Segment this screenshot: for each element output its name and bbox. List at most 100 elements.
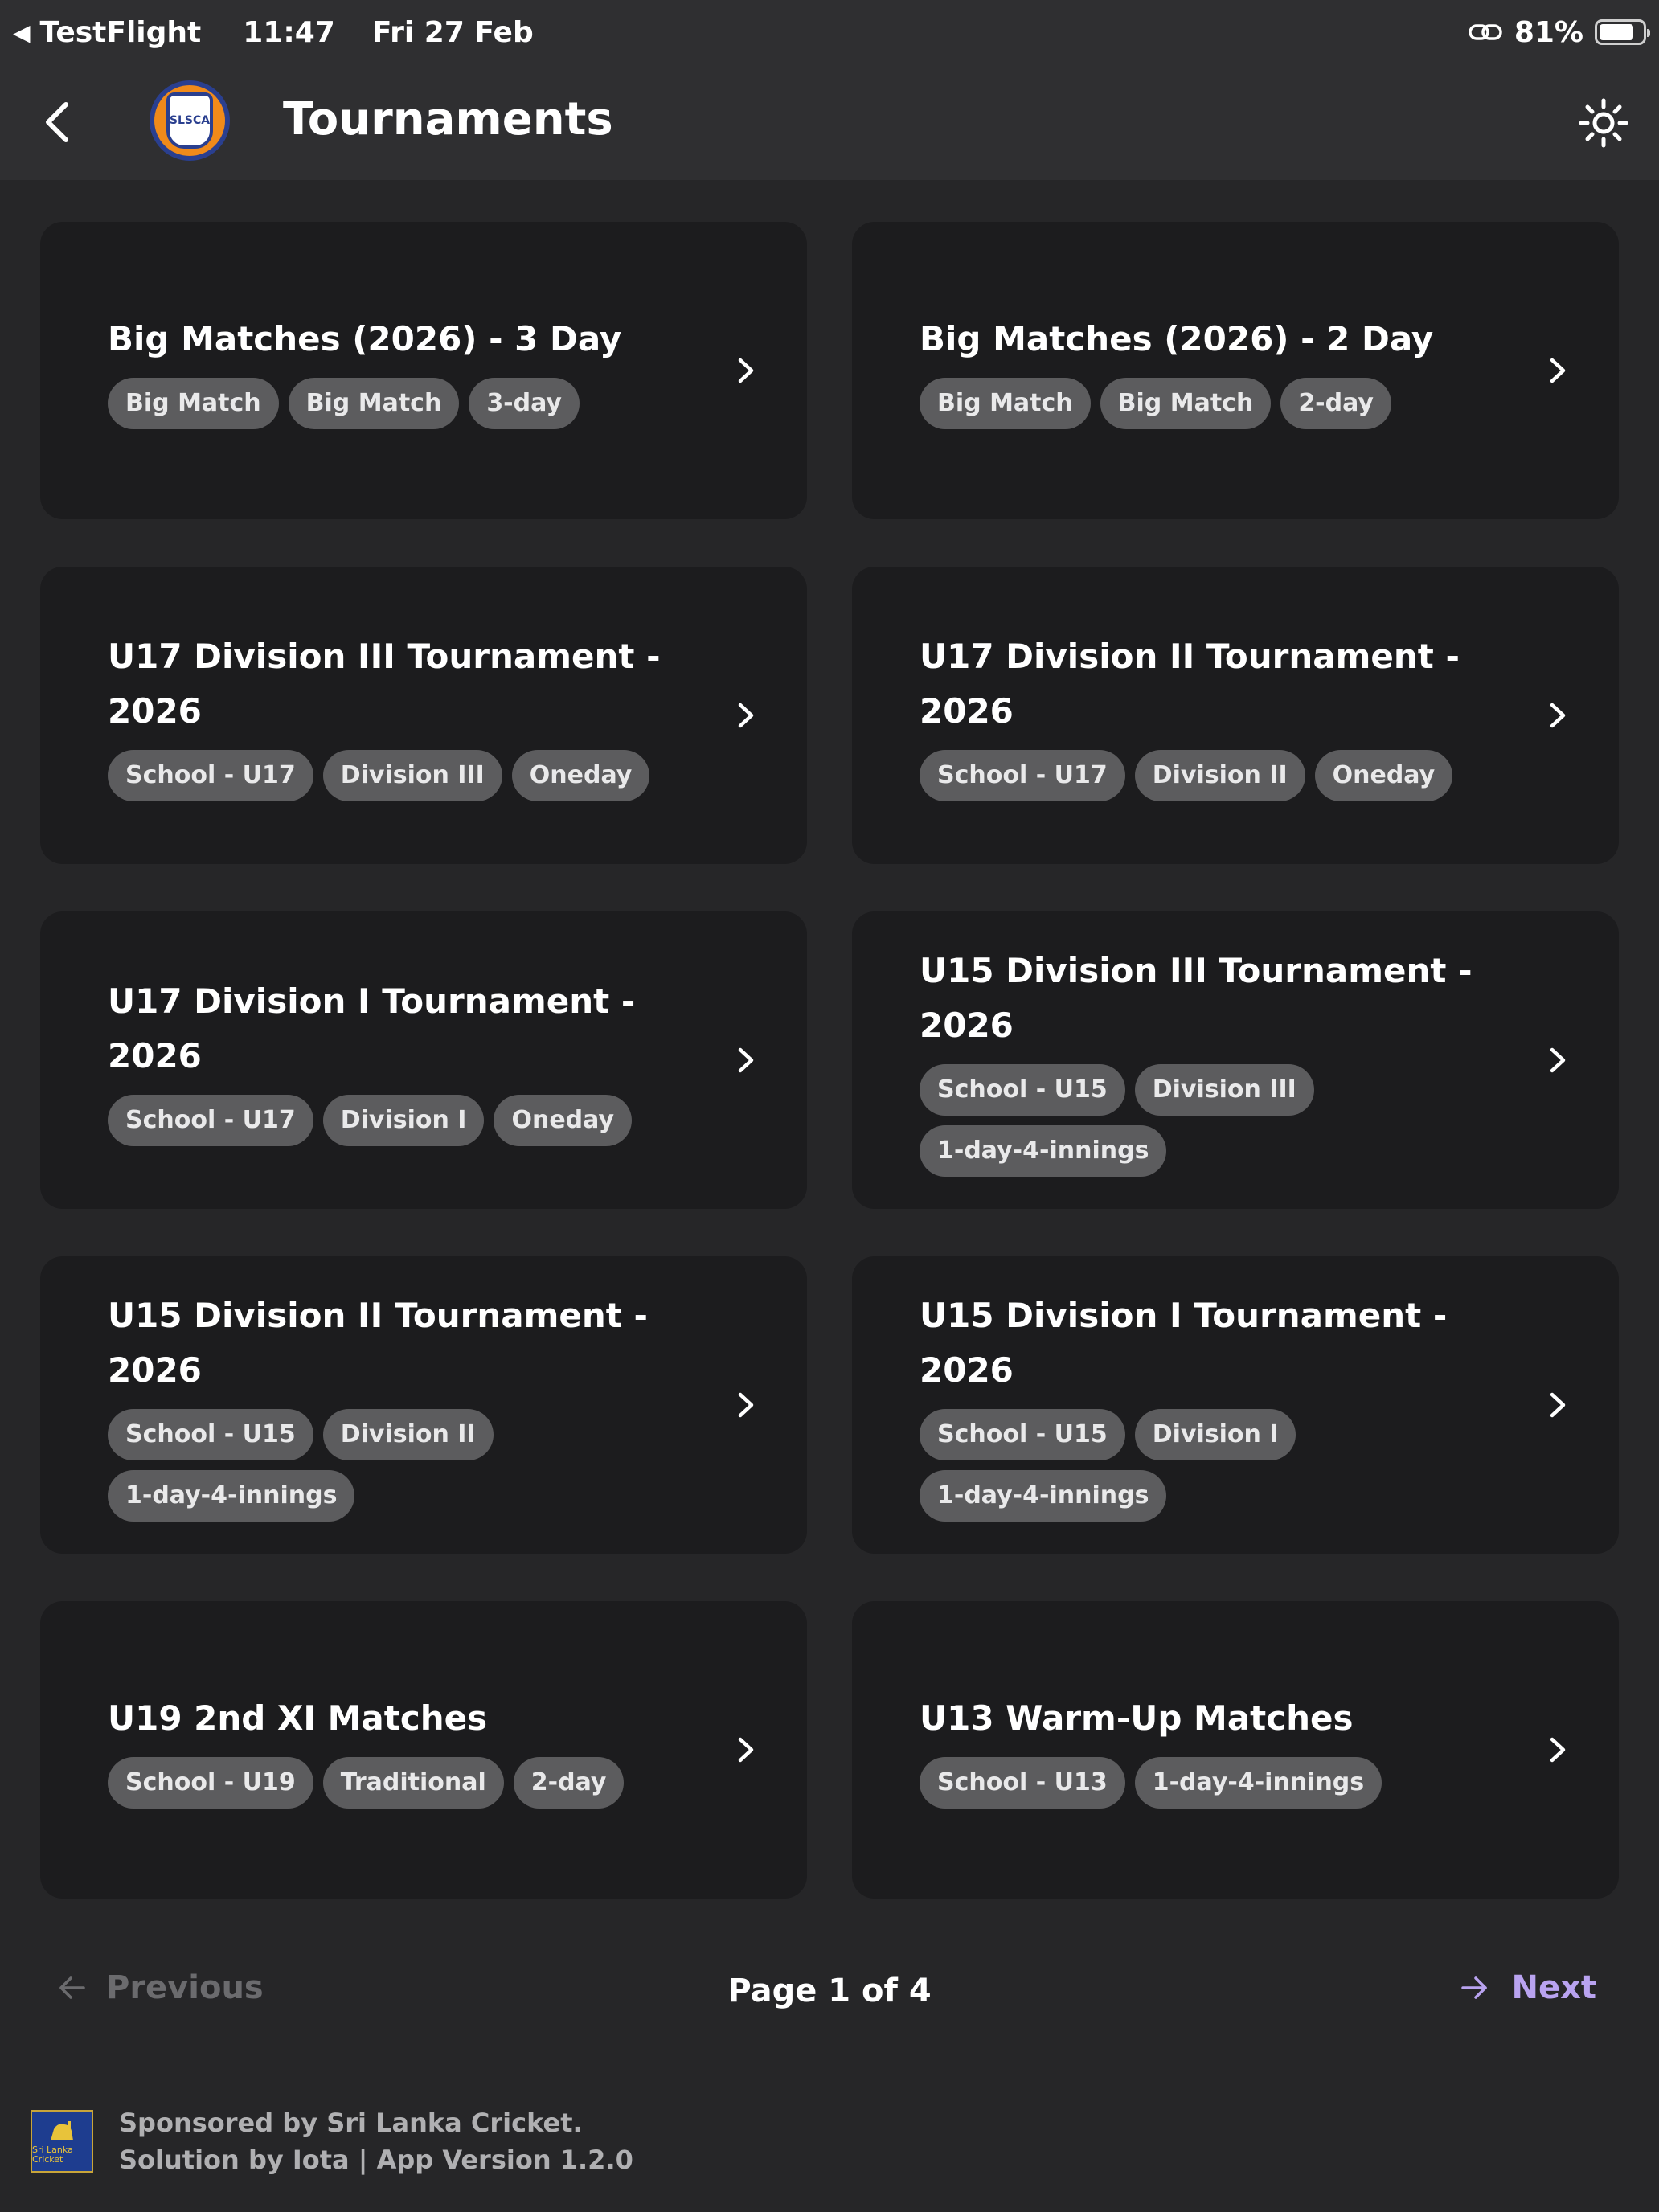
chevron-right-icon: [1550, 1392, 1566, 1418]
app-logo: SLSCA: [150, 80, 230, 161]
footer-text: Sponsored by Sri Lanka Cricket. Solution…: [119, 2104, 633, 2178]
tournament-card[interactable]: U15 Division II Tournament - 2026 School …: [40, 1256, 807, 1554]
tag-chip: Oneday: [494, 1095, 633, 1146]
tag-chip: Big Match: [288, 378, 460, 429]
tag-chip: School - U17: [108, 750, 313, 801]
tag-chip: 1-day-4-innings: [108, 1470, 355, 1522]
lion-icon: [51, 2121, 73, 2140]
card-content: U15 Division I Tournament - 2026 School -…: [920, 1256, 1514, 1554]
tag-chip: Division II: [322, 1409, 494, 1460]
card-title: Big Matches (2026) - 3 Day: [108, 319, 622, 358]
pagination: Previous Page 1 of 4 Next: [0, 1961, 1659, 2026]
tag-chip: Division I: [1134, 1409, 1296, 1460]
sun-icon: [1579, 98, 1628, 148]
tag-chip: Division III: [1134, 1064, 1314, 1116]
card-title: U15 Division I Tournament - 2026: [920, 1296, 1448, 1390]
tournament-card[interactable]: U15 Division III Tournament - 2026 School…: [852, 911, 1619, 1209]
card-tags: School - U15 Division I 1-day-4-innings: [920, 1409, 1514, 1522]
card-content: U17 Division III Tournament - 2026 School…: [108, 567, 703, 864]
status-bar: ◀ TestFlight 11:47 Fri 27 Feb 81%: [0, 0, 1659, 64]
tag-chip: School - U15: [920, 1064, 1125, 1116]
tag-chip: Big Match: [920, 378, 1091, 429]
card-content: U15 Division III Tournament - 2026 School…: [920, 911, 1514, 1209]
tag-chip: Oneday: [1314, 750, 1453, 801]
tournament-card[interactable]: U17 Division II Tournament - 2026 School …: [852, 567, 1619, 864]
card-title: U13 Warm-Up Matches: [920, 1698, 1354, 1738]
tournament-card[interactable]: U13 Warm-Up Matches School - U13 1-day-4-i…: [852, 1601, 1619, 1899]
slc-logo-text: Sri Lanka Cricket: [32, 2144, 73, 2165]
tournament-card[interactable]: U19 2nd XI Matches School - U19 Traditiona…: [40, 1601, 807, 1899]
tournament-card[interactable]: Big Matches (2026) - 2 Day Big Match Big M…: [852, 222, 1619, 519]
next-button[interactable]: Next: [1460, 1969, 1596, 2006]
card-content: U19 2nd XI Matches School - U19 Traditiona…: [108, 1601, 703, 1899]
back-to-app-icon[interactable]: ◀: [13, 19, 31, 46]
tournament-card[interactable]: Big Matches (2026) - 3 Day Big Match Big M…: [40, 222, 807, 519]
card-tags: School - U15 Division III 1-day-4-innings: [920, 1064, 1514, 1177]
back-button[interactable]: [32, 96, 84, 148]
tag-chip: School - U15: [108, 1409, 313, 1460]
card-tags: School - U17 Division III Oneday: [108, 750, 703, 801]
card-title: U15 Division II Tournament - 2026: [108, 1296, 648, 1390]
card-tags: School - U17 Division I Oneday: [108, 1095, 703, 1146]
chevron-right-icon: [738, 358, 754, 383]
tag-chip: School - U17: [108, 1095, 313, 1146]
next-label: Next: [1511, 1969, 1596, 2006]
status-date: Fri 27 Feb: [371, 15, 534, 49]
tag-chip: School - U15: [920, 1409, 1125, 1460]
card-title: U17 Division II Tournament - 2026: [920, 637, 1460, 731]
battery-percent: 81%: [1514, 15, 1583, 49]
nav-header: SLSCA Tournaments: [0, 64, 1659, 180]
tournament-card[interactable]: U17 Division I Tournament - 2026 School -…: [40, 911, 807, 1209]
battery-fill: [1600, 24, 1634, 40]
sponsor-line: Sponsored by Sri Lanka Cricket.: [119, 2108, 583, 2138]
card-content: Big Matches (2026) - 3 Day Big Match Big M…: [108, 222, 703, 519]
card-title: Big Matches (2026) - 2 Day: [920, 319, 1434, 358]
card-tags: Big Match Big Match 2-day: [920, 378, 1514, 429]
tag-chip: School - U17: [920, 750, 1125, 801]
tag-chip: 2-day: [1280, 378, 1391, 429]
tag-chip: 2-day: [513, 1757, 625, 1809]
link-icon: [1469, 24, 1502, 40]
tag-chip: 1-day-4-innings: [920, 1470, 1167, 1522]
chevron-right-icon: [738, 1047, 754, 1073]
status-time: 11:47: [243, 15, 335, 49]
card-tags: School - U13 1-day-4-innings: [920, 1757, 1514, 1809]
card-content: U15 Division II Tournament - 2026 School …: [108, 1256, 703, 1554]
chevron-right-icon: [1550, 358, 1566, 383]
card-content: U13 Warm-Up Matches School - U13 1-day-4-i…: [920, 1601, 1514, 1899]
card-content: Big Matches (2026) - 2 Day Big Match Big M…: [920, 222, 1514, 519]
tag-chip: Division I: [322, 1095, 485, 1146]
tag-chip: Traditional: [322, 1757, 504, 1809]
tag-chip: 1-day-4-innings: [920, 1125, 1167, 1177]
sri-lanka-cricket-logo: Sri Lanka Cricket: [31, 2110, 93, 2173]
chevron-right-icon: [738, 1392, 754, 1418]
tag-chip: Big Match: [108, 378, 279, 429]
chevron-right-icon: [1550, 1737, 1566, 1763]
tag-chip: 1-day-4-innings: [1134, 1757, 1382, 1809]
tag-chip: Division II: [1134, 750, 1305, 801]
tag-chip: 3-day: [469, 378, 580, 429]
footer: Sri Lanka Cricket Sponsored by Sri Lanka…: [31, 2108, 633, 2175]
arrow-right-icon: [1461, 1976, 1488, 1999]
card-title: U17 Division III Tournament - 2026: [108, 637, 661, 731]
page-indicator: Page 1 of 4: [727, 1972, 932, 2009]
theme-toggle-button[interactable]: [1577, 96, 1630, 150]
card-content: U17 Division II Tournament - 2026 School …: [920, 567, 1514, 864]
chevron-right-icon: [1550, 703, 1566, 728]
tag-chip: Division III: [322, 750, 502, 801]
battery-icon: [1595, 19, 1650, 45]
card-title: U19 2nd XI Matches: [108, 1698, 488, 1738]
status-left: ◀ TestFlight 11:47 Fri 27 Feb: [13, 11, 534, 53]
card-tags: Big Match Big Match 3-day: [108, 378, 703, 429]
chevron-right-icon: [1550, 1047, 1566, 1073]
card-tags: School - U15 Division II 1-day-4-innings: [108, 1409, 703, 1522]
tag-chip: Oneday: [511, 750, 650, 801]
logo-shield: SLSCA: [166, 92, 213, 149]
tournament-card[interactable]: U17 Division III Tournament - 2026 School…: [40, 567, 807, 864]
page-title: Tournaments: [283, 93, 613, 145]
tournament-card[interactable]: U15 Division I Tournament - 2026 School -…: [852, 1256, 1619, 1554]
chevron-right-icon: [738, 703, 754, 728]
tag-chip: Big Match: [1100, 378, 1272, 429]
card-tags: School - U19 Traditional 2-day: [108, 1757, 703, 1809]
back-app-label[interactable]: TestFlight: [40, 16, 202, 49]
